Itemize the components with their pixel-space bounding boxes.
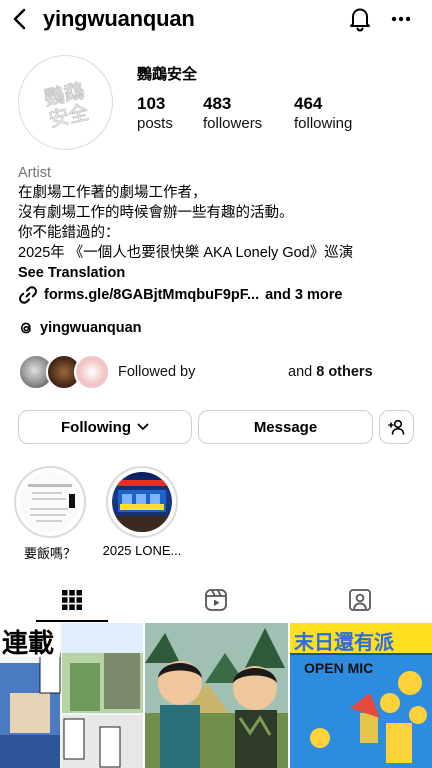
- bio-line: 在劇場工作著的劇場工作者，: [18, 185, 207, 201]
- active-tab-indicator: [36, 620, 108, 622]
- following-label: following: [294, 115, 353, 132]
- chevron-down-icon: [137, 423, 149, 431]
- post-caption-text: 連載: [2, 629, 55, 659]
- suggested-users-button[interactable]: [379, 410, 414, 444]
- tab-posts-grid[interactable]: [0, 578, 144, 622]
- highlight-ring: [106, 466, 178, 538]
- threads-icon: [18, 320, 34, 336]
- profile-display-name: 鸚鵡安全: [137, 66, 198, 83]
- posts-label: posts: [137, 115, 173, 132]
- highlight-caption: 要飯嗎？: [23, 546, 76, 561]
- mutual-follower-avatar: [74, 354, 110, 390]
- profile-avatar[interactable]: 鸚鵡 安全: [18, 55, 113, 150]
- tab-tagged[interactable]: [288, 578, 432, 622]
- see-translation-link[interactable]: See Translation: [18, 263, 418, 283]
- story-highlight[interactable]: 要飯嗎？: [14, 466, 86, 562]
- post-caption-text: 末日還有派: [294, 632, 394, 654]
- post-thumbnail[interactable]: [145, 623, 288, 768]
- add-user-icon: [387, 419, 404, 435]
- profile-external-link[interactable]: forms.gle/8GABjtMmqbuF9pF...: [44, 287, 259, 303]
- posts-count: 103: [137, 94, 166, 113]
- chevron-left-icon: [13, 8, 26, 30]
- grid-icon: [62, 590, 82, 610]
- posts-stat[interactable]: 103 posts: [137, 94, 173, 134]
- following-stat[interactable]: 464 following: [294, 94, 352, 134]
- highlight-caption: 2025 LONE...: [102, 543, 182, 558]
- avatar-logo: 鸚鵡 安全: [41, 77, 91, 131]
- following-button-label: Following: [61, 418, 131, 436]
- bell-icon: [350, 8, 370, 32]
- bio-line: 2025年 《一個人也要很快樂 AKA Lonely God》巡演: [18, 245, 354, 261]
- highlight-cover: [20, 472, 80, 532]
- top-bar: yingwuanquan: [0, 0, 432, 40]
- link-icon: [18, 285, 38, 305]
- post-thumbnail[interactable]: 末日還有派 OPEN MIC: [290, 623, 432, 768]
- bio-line: 沒有劇場工作的時候會辦一些有趣的活動。: [18, 205, 294, 221]
- threads-badge[interactable]: yingwuanquan: [18, 318, 142, 338]
- followers-count: 483: [203, 94, 232, 113]
- followed-by-others: and 8 others: [288, 364, 373, 380]
- back-button[interactable]: [6, 4, 32, 34]
- profile-username: yingwuanquan: [43, 6, 195, 31]
- more-links-link[interactable]: and 3 more: [265, 287, 342, 303]
- posts-grid: 連載 末日還有派 OPEN MIC: [0, 623, 432, 768]
- highlight-cover: [112, 472, 172, 532]
- more-options-button[interactable]: [388, 4, 414, 34]
- reels-icon: [205, 589, 227, 611]
- followed-by-row[interactable]: Followed by and 8 others: [18, 354, 418, 392]
- following-count: 464: [294, 94, 323, 113]
- tab-reels[interactable]: [144, 578, 288, 622]
- following-button[interactable]: Following: [18, 410, 192, 444]
- story-highlight[interactable]: 2025 LONE...: [103, 466, 181, 558]
- profile-tabs: [0, 578, 432, 622]
- message-button-label: Message: [253, 418, 318, 436]
- profile-link-row: forms.gle/8GABjtMmqbuF9pF... and 3 more: [18, 284, 342, 306]
- followers-stat[interactable]: 483 followers: [203, 94, 262, 134]
- profile-category: Artist: [18, 165, 52, 181]
- profile-bio: Artist 在劇場工作著的劇場工作者， 沒有劇場工作的時候會辦一些有趣的活動。…: [18, 163, 418, 283]
- more-horizontal-icon: [391, 16, 411, 22]
- tagged-person-icon: [349, 589, 371, 611]
- threads-handle: yingwuanquan: [40, 320, 142, 336]
- post-subtitle-text: OPEN MIC: [304, 660, 374, 676]
- followed-by-label: Followed by: [118, 364, 196, 380]
- notifications-button[interactable]: [346, 4, 374, 34]
- post-thumbnail[interactable]: 連載: [0, 623, 143, 768]
- message-button[interactable]: Message: [198, 410, 373, 444]
- bio-line: 你不能錯過的：: [18, 225, 120, 241]
- followers-label: followers: [203, 115, 263, 132]
- highlight-ring: [14, 466, 86, 538]
